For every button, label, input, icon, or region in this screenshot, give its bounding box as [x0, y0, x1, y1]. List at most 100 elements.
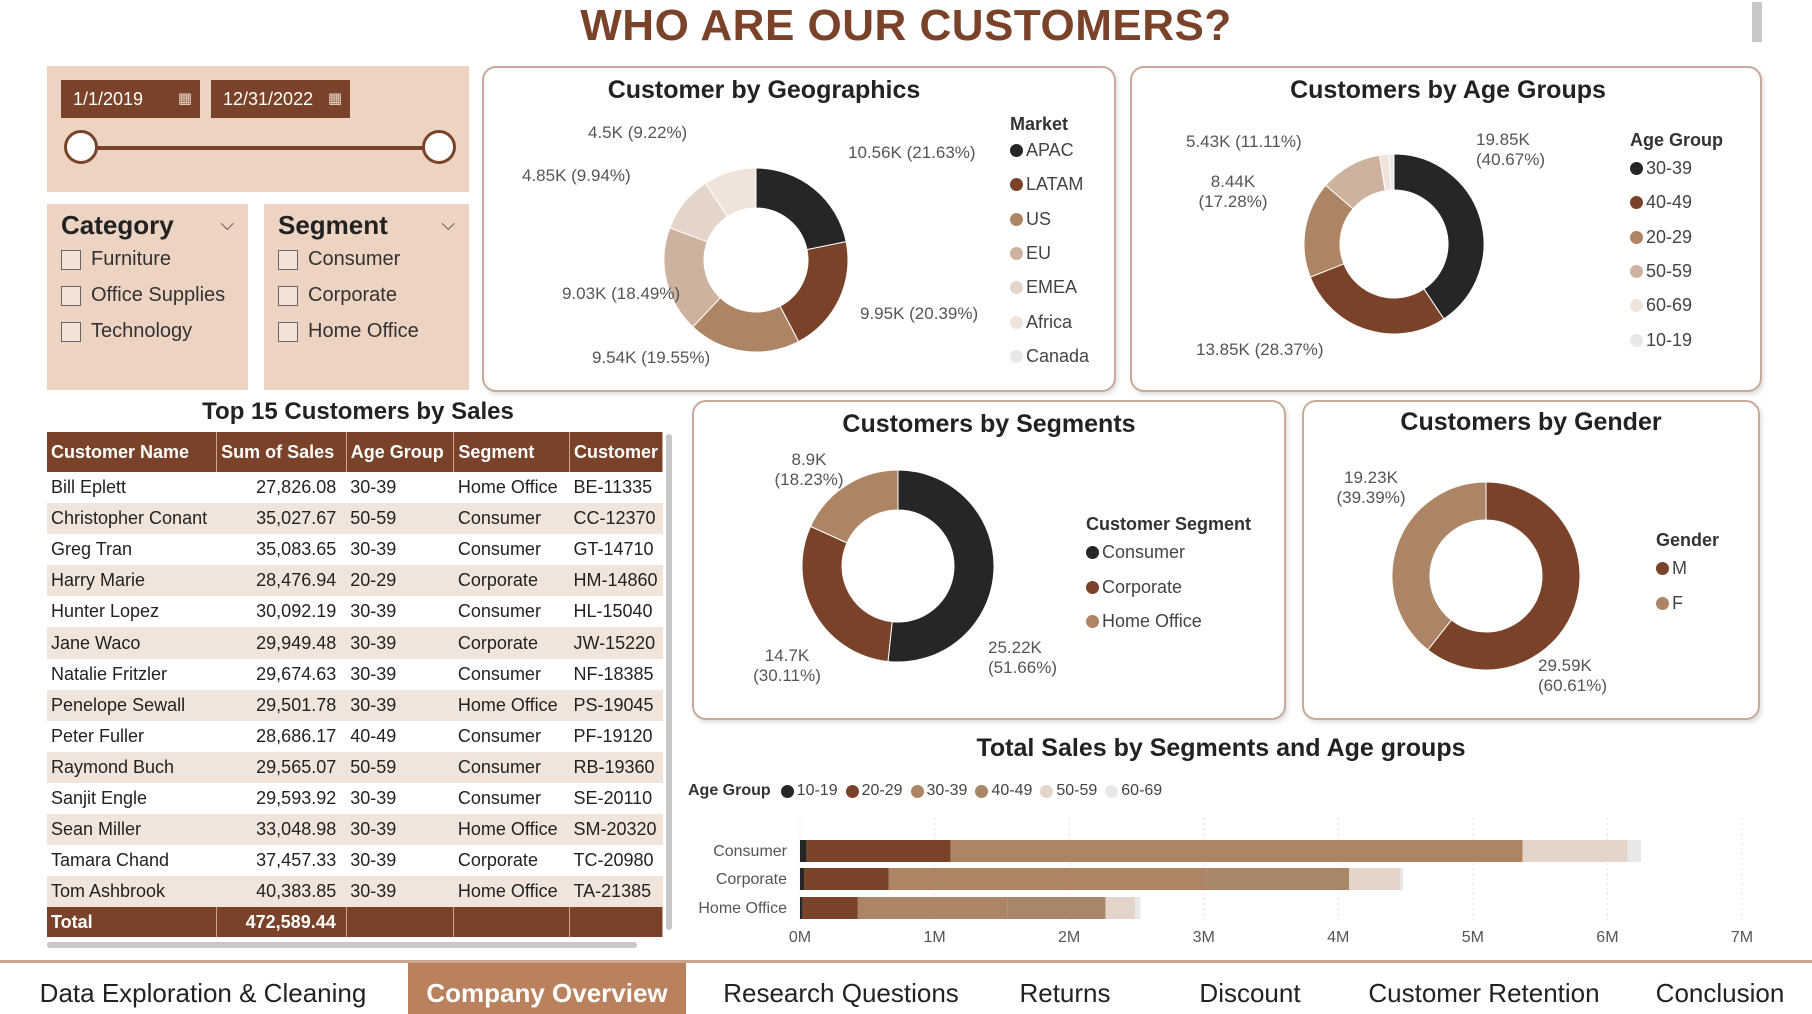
bar-segment-20-29[interactable] [806, 840, 951, 862]
checkbox[interactable] [278, 249, 298, 270]
legend-item[interactable]: EMEA [1010, 277, 1077, 298]
segment-option-corporate[interactable]: Corporate [278, 284, 397, 307]
nav-tab-conclusion[interactable]: Conclusion [1640, 963, 1800, 1014]
donut-slice-30-39[interactable] [1393, 153, 1485, 320]
legend-item[interactable]: F [1656, 593, 1683, 614]
legend-item[interactable]: Africa [1010, 312, 1072, 333]
bar-segment-10-19[interactable] [800, 868, 805, 890]
table-row[interactable]: Hunter Lopez 30,092.19 30-39 Consumer HL-150… [47, 596, 663, 627]
bar-segment-30-39[interactable] [857, 897, 1008, 919]
table-row[interactable]: Greg Tran 35,083.65 30-39 Consumer GT-14710 [47, 534, 663, 565]
start-date-input[interactable]: 1/1/2019 ▦ [61, 80, 200, 118]
nav-tab-returns[interactable]: Returns [1000, 963, 1130, 1014]
checkbox[interactable] [61, 249, 81, 270]
checkbox[interactable] [278, 321, 298, 342]
end-date-input[interactable]: 12/31/2022 ▦ [211, 80, 350, 118]
bar-segment-50-59[interactable] [1105, 897, 1136, 919]
legend-item[interactable]: M [1656, 558, 1687, 579]
segment-option-consumer[interactable]: Consumer [278, 248, 400, 271]
legend-label: LATAM [1026, 174, 1084, 195]
calendar-icon[interactable]: ▦ [178, 80, 192, 118]
legend-item[interactable]: 60-69 [1105, 782, 1162, 800]
date-slider-start-handle[interactable] [64, 130, 98, 164]
scrollbar[interactable] [1752, 2, 1762, 42]
table-row[interactable]: Sanjit Engle 29,593.92 30-39 Consumer SE-201… [47, 783, 663, 814]
bar-segment-50-59[interactable] [1522, 840, 1628, 862]
legend-item[interactable]: 20-29 [845, 782, 903, 800]
legend-item[interactable]: 30-39 [910, 782, 967, 800]
legend-item[interactable]: APAC [1010, 140, 1074, 161]
nav-tab-data-exploration[interactable]: Data Exploration & Cleaning [26, 963, 380, 1014]
nav-tab-research-questions[interactable]: Research Questions [714, 963, 968, 1014]
donut-slice-apac[interactable] [755, 167, 847, 251]
legend-item[interactable]: 40-49 [975, 782, 1032, 800]
legend-item[interactable]: 20-29 [1630, 227, 1692, 248]
category-option-technology[interactable]: Technology [61, 320, 192, 343]
checkbox[interactable] [61, 285, 81, 306]
legend-item[interactable]: Canada [1010, 346, 1089, 367]
bar-segment-20-29[interactable] [802, 897, 858, 919]
table-row[interactable]: Bill Eplett 27,826.08 30-39 Home Office BE-1… [47, 472, 663, 503]
table-row[interactable]: Harry Marie 28,476.94 20-29 Corporate HM-148… [47, 565, 663, 597]
bar-segment-60-69[interactable] [1135, 897, 1141, 919]
checkbox[interactable] [61, 321, 81, 342]
bar-segment-10-19[interactable] [800, 840, 807, 862]
bar-segment-60-69[interactable] [1627, 840, 1642, 862]
table-row[interactable]: Jane Waco 29,949.48 30-39 Corporate JW-15220 [47, 627, 663, 659]
table-row[interactable]: Tom Ashbrook 40,383.85 30-39 Home Office TA-… [47, 876, 663, 908]
table-row[interactable]: Christopher Conant 35,027.67 50-59 Consumer… [47, 503, 663, 535]
table-row[interactable]: Sean Miller 33,048.98 30-39 Home Office SM-2… [47, 814, 663, 846]
column-header[interactable]: Sum of Sales [216, 432, 347, 472]
legend-label: 40-49 [991, 782, 1033, 799]
table-row[interactable]: Peter Fuller 28,686.17 40-49 Consumer PF-191… [47, 721, 663, 752]
legend-item[interactable]: US [1010, 209, 1051, 230]
legend-item[interactable]: 10-19 [780, 782, 838, 800]
segment-option-home-office[interactable]: Home Office [278, 320, 419, 343]
bar-segment-20-29[interactable] [804, 868, 889, 890]
checkbox[interactable] [278, 285, 298, 306]
legend-marker [1010, 144, 1023, 157]
donut-slice-consumer[interactable] [887, 469, 995, 663]
table-row[interactable]: Natalie Fritzler 29,674.63 30-39 Consumer NF… [47, 659, 663, 690]
column-header[interactable]: Age Group [346, 432, 455, 472]
legend-item[interactable]: EU [1010, 243, 1051, 264]
chevron-down-icon[interactable]: ⌵ [220, 214, 234, 235]
legend-item[interactable]: 50-59 [1630, 261, 1692, 282]
date-slider-track[interactable] [81, 146, 439, 150]
nav-tab-customer-retention[interactable]: Customer Retention [1356, 963, 1612, 1014]
category-option-office-supplies[interactable]: Office Supplies [61, 284, 225, 307]
category-option-furniture[interactable]: Furniture [61, 248, 171, 271]
bar-segment-50-59[interactable] [1349, 868, 1401, 890]
calendar-icon[interactable]: ▦ [328, 80, 342, 118]
bar-segment-30-39[interactable] [888, 868, 1207, 890]
bar-segment-40-49[interactable] [1007, 897, 1106, 919]
table-row[interactable]: Tamara Chand 37,457.33 30-39 Corporate TC-20… [47, 845, 663, 876]
legend-item[interactable]: 30-39 [1630, 158, 1692, 179]
column-header[interactable]: Customer [569, 432, 663, 472]
chevron-down-icon[interactable]: ⌵ [441, 214, 455, 235]
table-row[interactable]: Raymond Buch 29,565.07 50-59 Consumer RB-193… [47, 751, 663, 783]
legend-item[interactable]: LATAM [1010, 174, 1083, 195]
date-slider-end-handle[interactable] [422, 130, 456, 164]
legend-item[interactable]: 40-49 [1630, 192, 1692, 213]
nav-tab-company-overview[interactable]: Company Overview [408, 963, 686, 1014]
table-row[interactable]: Penelope Sewall 29,501.78 30-39 Home Office… [47, 689, 663, 721]
legend-item[interactable]: 60-69 [1630, 295, 1692, 316]
legend-item[interactable]: Corporate [1086, 577, 1182, 598]
bar-segment-40-49[interactable] [1206, 868, 1350, 890]
legend-marker [1630, 162, 1643, 175]
nav-tab-discount[interactable]: Discount [1180, 963, 1320, 1014]
legend-item[interactable]: Home Office [1086, 611, 1202, 632]
legend-item[interactable]: Consumer [1086, 542, 1185, 563]
bar-segment-10-19[interactable] [800, 897, 803, 919]
legend-item[interactable]: 50-59 [1040, 782, 1097, 800]
legend-item[interactable]: 10-19 [1630, 330, 1692, 351]
table-vertical-scrollbar[interactable] [666, 434, 672, 930]
column-header[interactable]: Segment [453, 432, 570, 472]
donut-slice-40-49[interactable] [1309, 263, 1445, 335]
donut-slice-corporate[interactable] [801, 525, 893, 663]
table-horizontal-scrollbar[interactable] [47, 942, 637, 948]
bar-segment-60-69[interactable] [1400, 868, 1403, 890]
column-header[interactable]: Customer Name [47, 432, 218, 472]
bar-segment-30-39[interactable] [950, 840, 1523, 862]
